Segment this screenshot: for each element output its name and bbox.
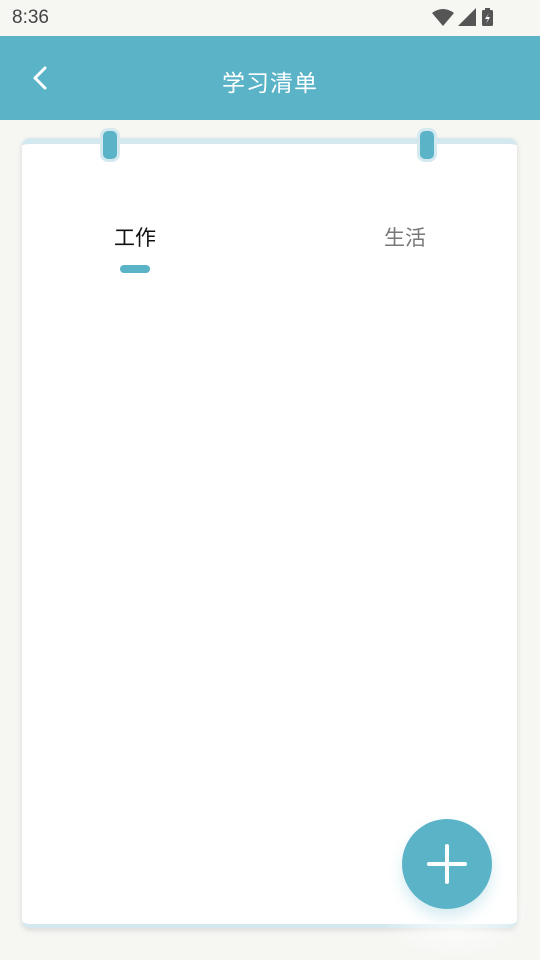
wifi-icon	[432, 9, 454, 26]
binder-ring-right	[417, 128, 437, 162]
status-time: 8:36	[12, 7, 49, 28]
notebook-card: 工作 生活	[22, 128, 517, 928]
tab-indicator	[120, 265, 150, 273]
status-icons	[432, 8, 502, 32]
add-button[interactable]	[402, 819, 492, 909]
battery-charging-icon	[482, 8, 493, 26]
tab-bar: 工作 生活	[22, 222, 517, 282]
app-header: 学习清单	[0, 36, 540, 120]
signal-icon	[458, 8, 476, 26]
page-title: 学习清单	[222, 71, 318, 97]
status-bar: 8:36	[0, 0, 540, 36]
tab-life[interactable]: 生活	[355, 222, 455, 252]
tab-work[interactable]: 工作	[85, 222, 185, 252]
binder-ring-left	[100, 128, 120, 162]
plus-icon	[427, 844, 467, 884]
